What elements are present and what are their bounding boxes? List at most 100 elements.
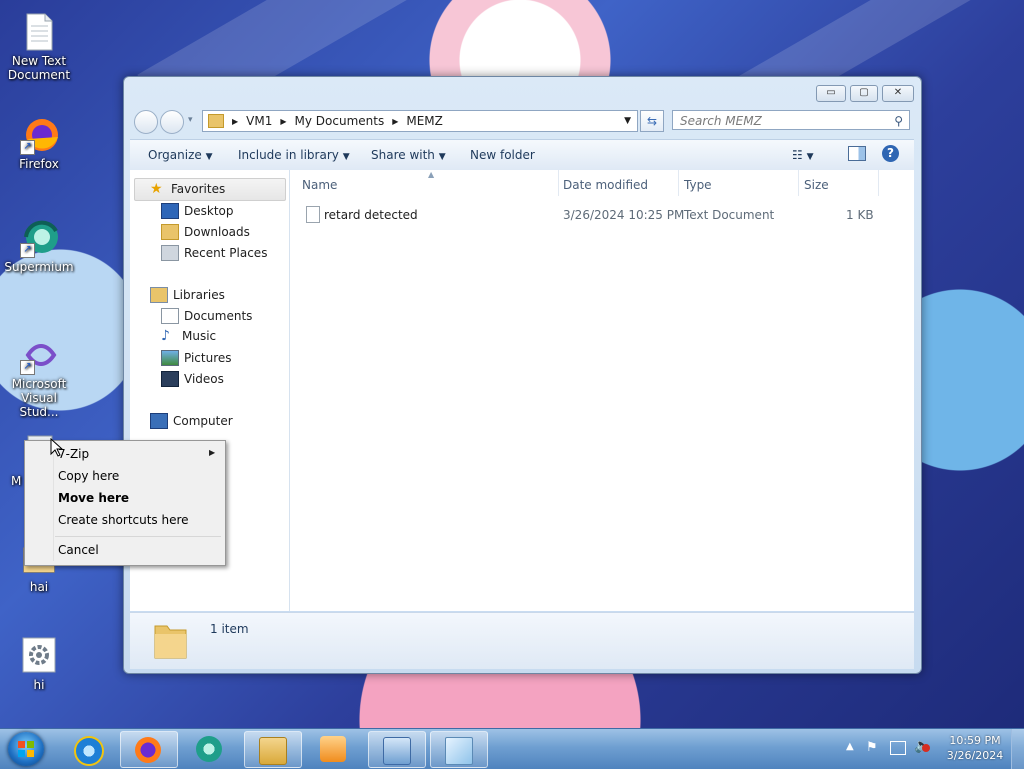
file-date-modified: 3/26/2024 10:25 PM [563, 208, 685, 222]
chevron-down-icon: ▼ [438, 152, 446, 162]
explorer-window[interactable]: ▭ ▢ ✕ ▾ ▶ VM1 ▶ My Documents ▶ MEMZ ▼ ⇆ … [123, 76, 922, 674]
music-icon: ♪ [161, 328, 170, 344]
taskbar-notepad[interactable] [430, 731, 488, 768]
minimize-button[interactable]: ▭ [816, 85, 846, 102]
text-document-icon [20, 12, 58, 52]
shortcut-arrow-icon: ↗ [20, 243, 35, 258]
column-divider [558, 170, 559, 196]
notification-area: ▲ ⚑ 🔈 10:59 PM 3/26/2024 [840, 729, 1024, 769]
text-document-icon [306, 206, 320, 223]
recent-pages-chevron-icon[interactable]: ▾ [188, 115, 193, 125]
show-hidden-icons-button[interactable]: ▲ [846, 741, 854, 752]
menu-item-move-here[interactable]: Move here [58, 491, 129, 505]
nav-videos[interactable]: Videos [161, 371, 224, 387]
column-divider [678, 170, 679, 196]
recent-places-icon [161, 245, 179, 261]
internet-explorer-icon [74, 736, 104, 766]
command-bar: Organize ▼ Include in library ▼ Share wi… [130, 139, 914, 171]
forward-button[interactable] [160, 110, 184, 134]
volume-muted-icon[interactable]: 🔈 [914, 738, 931, 754]
menu-item-copy-here[interactable]: Copy here [58, 469, 119, 483]
mouse-cursor-icon [50, 438, 64, 457]
folder-icon [208, 114, 224, 128]
videos-icon [161, 371, 179, 387]
menu-item-create-shortcuts-here[interactable]: Create shortcuts here [58, 513, 189, 527]
new-folder-button[interactable]: New folder [470, 148, 535, 162]
show-desktop-button[interactable] [1011, 729, 1024, 769]
column-header-size[interactable]: Size [804, 178, 829, 192]
address-bar[interactable]: ▶ VM1 ▶ My Documents ▶ MEMZ ▼ [202, 110, 638, 132]
nav-music[interactable]: ♪ Music [161, 329, 216, 343]
settings-file-icon [20, 636, 58, 676]
desktop-icon [161, 203, 179, 219]
maximize-button[interactable]: ▢ [850, 85, 878, 102]
desktop-icon-visual-studio[interactable]: ↗ Microsoft Visual Stud... [1, 335, 77, 419]
nav-libraries[interactable]: Libraries [150, 287, 225, 303]
downloads-folder-icon [161, 224, 179, 240]
search-input[interactable]: Search MEMZ ⚲ [672, 110, 910, 130]
address-dropdown-icon[interactable]: ▼ [624, 116, 631, 126]
taskbar-firefox[interactable] [120, 731, 178, 768]
taskbar-internet-explorer[interactable] [60, 731, 116, 766]
nav-desktop[interactable]: Desktop [161, 203, 234, 219]
desktop-icon-firefox[interactable]: ↗ Firefox [1, 115, 77, 171]
breadcrumb-my-documents[interactable]: My Documents [295, 114, 385, 128]
submenu-arrow-icon: ▶ [209, 448, 216, 457]
menu-item-cancel[interactable]: Cancel [58, 543, 99, 557]
column-header-name[interactable]: Name [302, 178, 337, 192]
nav-downloads[interactable]: Downloads [161, 224, 250, 240]
breadcrumb-vm1[interactable]: VM1 [246, 114, 272, 128]
chevron-down-icon: ▼ [806, 152, 814, 162]
context-menu: 7-Zip ▶ Copy here Move here Create short… [24, 440, 226, 566]
clock-time: 10:59 PM [949, 734, 1001, 747]
computer-icon [150, 413, 168, 429]
nav-favorites[interactable]: ★ Favorites [150, 182, 225, 196]
documents-icon [161, 308, 179, 324]
breadcrumb-memz[interactable]: MEMZ [406, 114, 443, 128]
action-center-flag-icon[interactable]: ⚑ [866, 740, 878, 755]
column-header-date-modified[interactable]: Date modified [563, 178, 648, 192]
desktop-icon-new-text-document[interactable]: New Text Document [1, 12, 77, 82]
column-header-type[interactable]: Type [684, 178, 712, 192]
context-menu-gutter [53, 443, 54, 561]
breadcrumb-separator-icon: ▶ [392, 116, 399, 126]
desktop-icon-supermium[interactable]: ↗ Supermium [1, 218, 77, 274]
back-button[interactable] [134, 110, 158, 134]
taskbar-supermium[interactable] [182, 731, 238, 766]
breadcrumb-separator-icon: ▶ [280, 116, 287, 126]
nav-computer[interactable]: Computer [150, 413, 233, 429]
share-with-button[interactable]: Share with ▼ [371, 148, 446, 162]
supermium-icon [196, 736, 222, 762]
notepad-icon [445, 737, 473, 765]
file-list[interactable]: ▲ Name Date modified Type Size retard de… [290, 170, 914, 611]
include-in-library-button[interactable]: Include in library ▼ [238, 148, 350, 162]
clock-date: 3/26/2024 [946, 749, 1004, 762]
taskbar-control-panel[interactable] [368, 731, 426, 768]
libraries-icon [150, 287, 168, 303]
taskbar-media-player[interactable] [306, 731, 362, 766]
pictures-icon [161, 350, 179, 366]
refresh-button[interactable]: ⇆ [640, 110, 664, 132]
shortcut-arrow-icon: ↗ [20, 140, 35, 155]
file-size: 1 KB [846, 208, 874, 222]
column-divider [878, 170, 879, 196]
nav-documents[interactable]: Documents [161, 308, 252, 324]
start-button[interactable] [8, 732, 44, 766]
file-type: Text Document [684, 208, 775, 222]
help-icon: ? [887, 146, 894, 160]
organize-button[interactable]: Organize ▼ [148, 148, 213, 162]
desktop-icon-hi[interactable]: hi [1, 636, 77, 692]
network-icon[interactable] [890, 741, 906, 755]
preview-pane-button[interactable] [848, 146, 866, 161]
menu-separator [55, 536, 221, 537]
nav-pictures[interactable]: Pictures [161, 350, 232, 366]
search-icon: ⚲ [894, 114, 903, 128]
star-icon: ★ [150, 181, 163, 197]
clock[interactable]: 10:59 PM 3/26/2024 [940, 733, 1010, 763]
help-button[interactable]: ? [882, 145, 899, 162]
close-button[interactable]: ✕ [882, 85, 914, 102]
media-player-icon [320, 736, 346, 762]
change-view-button[interactable]: ☷ ▼ [792, 148, 814, 162]
nav-recent-places[interactable]: Recent Places [161, 245, 267, 261]
taskbar-windows-explorer[interactable] [244, 731, 302, 768]
